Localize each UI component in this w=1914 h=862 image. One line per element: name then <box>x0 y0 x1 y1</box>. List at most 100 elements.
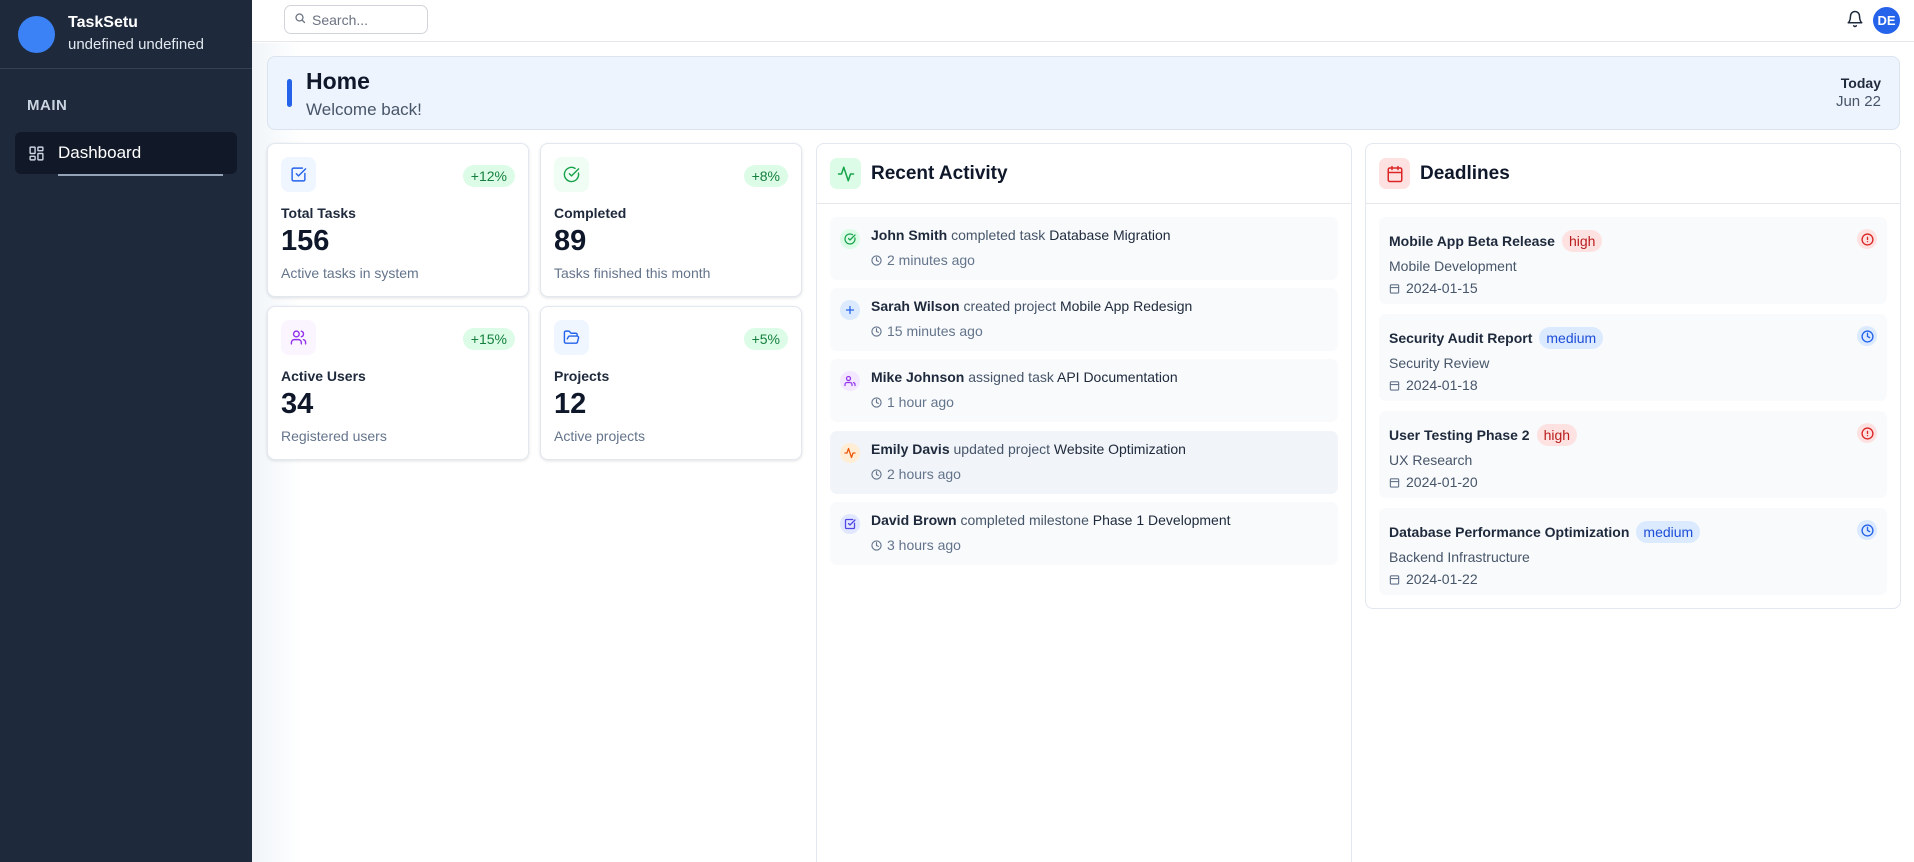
clock-icon <box>1857 520 1877 540</box>
deadline-title: Database Performance Optimization <box>1389 524 1630 540</box>
deadline-item[interactable]: User Testing Phase 2 high UX Research 202… <box>1379 411 1887 498</box>
check-circle-icon <box>554 157 589 192</box>
stat-value: 89 <box>554 225 587 257</box>
sidebar-item-label: Dashboard <box>58 143 142 162</box>
deadline-date: 2024-01-18 <box>1406 377 1478 393</box>
stat-description: Active projects <box>554 428 646 444</box>
sidebar: TaskSetu undefined undefined MAIN Dashbo… <box>0 0 252 862</box>
search-icon <box>294 11 306 29</box>
activity-icon <box>830 158 861 189</box>
stat-change-badge: +12% <box>462 165 515 187</box>
clock-icon <box>871 396 882 408</box>
deadline-project: Mobile Development <box>1389 258 1517 274</box>
activity-user: Mike Johnson <box>871 369 965 385</box>
nav-section-main: MAIN <box>27 97 68 114</box>
activity-item[interactable]: David Brown completed milestone Phase 1 … <box>830 502 1338 565</box>
stat-description: Active tasks in system <box>281 265 419 281</box>
activity-time: 15 minutes ago <box>887 323 983 339</box>
check-square-icon <box>840 514 860 534</box>
activity-object: Phase 1 Development <box>1092 512 1231 528</box>
calendar-icon <box>1389 477 1400 488</box>
recent-activity-panel: Recent Activity John Smith completed tas… <box>816 143 1352 862</box>
deadline-item[interactable]: Security Audit Report medium Security Rev… <box>1379 314 1887 401</box>
plus-icon <box>840 300 860 320</box>
stat-change-badge: +8% <box>743 165 788 187</box>
calendar-icon <box>1379 158 1410 189</box>
deadline-item[interactable]: Database Performance Optimization medium … <box>1379 508 1887 595</box>
activity-user: Sarah Wilson <box>871 298 960 314</box>
activity-object: Database Migration <box>1049 227 1171 243</box>
priority-badge: high <box>1536 424 1578 446</box>
activity-item[interactable]: John Smith completed task Database Migra… <box>830 217 1338 280</box>
stat-change-badge: +15% <box>462 328 515 350</box>
clock-icon <box>1857 326 1877 346</box>
stat-value: 156 <box>281 225 330 257</box>
deadline-project: Backend Infrastructure <box>1389 549 1530 565</box>
deadlines-panel: Deadlines Mobile App Beta Release high Mo… <box>1365 143 1901 609</box>
activity-action: assigned task <box>968 369 1054 385</box>
stat-label: Completed <box>554 205 627 221</box>
stat-card-active-users: +15% Active Users 34 Registered users <box>267 306 529 460</box>
activity-object: Mobile App Redesign <box>1059 298 1193 314</box>
search-box[interactable] <box>284 5 428 34</box>
calendar-icon <box>1389 283 1400 294</box>
deadline-date: 2024-01-20 <box>1406 474 1478 490</box>
sidebar-item-dashboard[interactable]: Dashboard <box>15 132 237 176</box>
activity-action: created project <box>963 298 1057 314</box>
stat-card-total-tasks: +12% Total Tasks 156 Active tasks in sys… <box>267 143 529 297</box>
stat-change-badge: +5% <box>743 328 788 350</box>
alert-circle-icon <box>1857 423 1877 443</box>
activity-time: 1 hour ago <box>887 394 954 410</box>
activity-time: 2 hours ago <box>887 466 961 482</box>
clock-icon <box>871 468 882 480</box>
check-square-icon <box>281 157 316 192</box>
deadline-title: Mobile App Beta Release <box>1389 233 1555 249</box>
stat-card-completed: +8% Completed 89 Tasks finished this mon… <box>540 143 802 297</box>
stat-label: Total Tasks <box>281 205 356 221</box>
calendar-icon <box>1389 380 1400 391</box>
stat-description: Tasks finished this month <box>554 265 711 281</box>
activity-icon <box>840 443 860 463</box>
deadline-title: User Testing Phase 2 <box>1389 427 1530 443</box>
stat-label: Active Users <box>281 368 366 384</box>
check-circle-icon <box>840 229 860 249</box>
deadline-item[interactable]: Mobile App Beta Release high Mobile Devel… <box>1379 217 1887 304</box>
clock-icon <box>871 254 882 266</box>
today-date: Jun 22 <box>1835 93 1881 110</box>
activity-item[interactable]: Emily Davis updated project Website Opti… <box>830 431 1338 494</box>
brand-name: TaskSetu <box>68 14 138 31</box>
user-avatar[interactable]: DE <box>1873 7 1900 34</box>
clock-icon <box>871 325 882 337</box>
top-bar: DE <box>252 0 1914 42</box>
deadline-date: 2024-01-22 <box>1406 571 1478 587</box>
search-input[interactable] <box>312 11 422 28</box>
calendar-icon <box>1389 574 1400 585</box>
activity-user: John Smith <box>871 227 948 243</box>
header-accent-bar <box>287 79 292 107</box>
activity-user: David Brown <box>871 512 957 528</box>
stat-value: 34 <box>281 388 314 420</box>
stat-description: Registered users <box>281 428 387 444</box>
page-header: Home Welcome back! Today Jun 22 <box>267 56 1900 130</box>
page-title: Home <box>306 68 370 94</box>
activity-item[interactable]: Mike Johnson assigned task API Documenta… <box>830 359 1338 422</box>
activity-object: API Documentation <box>1056 369 1178 385</box>
stat-value: 12 <box>554 388 587 420</box>
stat-label: Projects <box>554 368 610 384</box>
today-label: Today <box>1840 75 1881 91</box>
panel-title: Recent Activity <box>871 162 1008 184</box>
activity-time: 3 hours ago <box>887 537 961 553</box>
activity-time: 2 minutes ago <box>887 252 975 268</box>
priority-badge: medium <box>1539 327 1604 349</box>
activity-user: Emily Davis <box>871 441 950 457</box>
panel-title: Deadlines <box>1420 162 1510 184</box>
alert-circle-icon <box>1857 229 1877 249</box>
bell-icon[interactable] <box>1845 9 1865 29</box>
priority-badge: high <box>1561 230 1603 252</box>
users-icon <box>840 371 860 391</box>
activity-action: completed milestone <box>960 512 1089 528</box>
activity-item[interactable]: Sarah Wilson created project Mobile App … <box>830 288 1338 351</box>
clock-icon <box>871 539 882 551</box>
priority-badge: medium <box>1636 521 1701 543</box>
users-icon <box>281 320 316 355</box>
